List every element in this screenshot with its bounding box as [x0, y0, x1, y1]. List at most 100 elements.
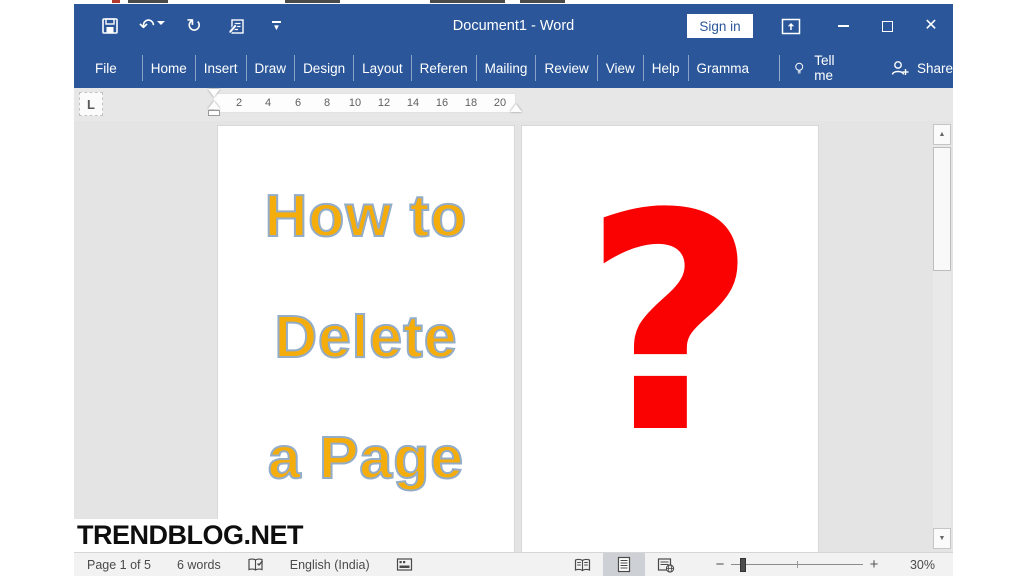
watermark: TRENDBLOG.NET — [74, 519, 324, 552]
zoom-in-button[interactable]: + — [863, 556, 885, 573]
maximize-icon — [881, 20, 893, 32]
undo-icon: ↶ — [139, 15, 155, 37]
vertical-scrollbar[interactable]: ▲ ▼ — [933, 124, 951, 549]
ribbon-tab-home[interactable]: Home — [141, 55, 195, 81]
print-layout-icon — [617, 556, 631, 573]
ribbon-tab-layout[interactable]: Layout — [353, 55, 411, 81]
horizontal-ruler[interactable]: 2 4 6 8 10 12 14 16 18 20 — [213, 93, 516, 113]
ribbon-tab-bar: File Home Insert Draw Design Layout Refe… — [74, 48, 953, 88]
lightbulb-icon — [795, 62, 803, 73]
heading-line: Delete — [273, 303, 458, 371]
save-icon — [102, 18, 118, 34]
scroll-down-button[interactable]: ▼ — [933, 528, 951, 549]
document-page-2[interactable]: ? — [522, 126, 818, 552]
heading-line: How to — [264, 182, 468, 250]
customize-quick-access-button[interactable]: ▼ — [272, 20, 281, 32]
scroll-up-button[interactable]: ▲ — [933, 124, 951, 145]
ribbon-tab-grammarly[interactable]: Gramma — [687, 55, 758, 81]
screen: { "window": { "titlebar": { "title": "Do… — [0, 0, 1024, 576]
first-line-indent-marker[interactable] — [208, 89, 220, 97]
minimize-button[interactable] — [821, 4, 865, 48]
ruler-number: 4 — [264, 97, 272, 109]
web-layout-icon — [657, 557, 675, 573]
zoom-level[interactable]: 30% — [897, 558, 935, 572]
ribbon-tab-help[interactable]: Help — [642, 55, 688, 81]
ribbon-tab-design[interactable]: Design — [294, 55, 353, 81]
watermark-text: TRENDBLOG.NET — [77, 520, 304, 550]
minimize-icon — [837, 25, 849, 27]
quick-access-toolbar: ↶ ↻ ▼ — [74, 14, 281, 38]
window-title: Document1 - Word — [452, 18, 575, 34]
redo-button[interactable]: ↻ — [182, 14, 206, 38]
background-artifact — [430, 0, 505, 3]
ribbon-tab-mailings[interactable]: Mailing — [475, 55, 536, 81]
document-canvas: How to Delete a Page ? TRENDBLOG.NET ▲ ▼ — [74, 121, 953, 552]
tell-me-button[interactable]: Tell me — [794, 53, 844, 83]
save-button[interactable] — [98, 14, 122, 38]
document-page-1[interactable]: How to Delete a Page — [218, 126, 514, 552]
hanging-indent-marker[interactable] — [208, 101, 220, 116]
maximize-button[interactable] — [865, 4, 909, 48]
redo-icon: ↻ — [186, 15, 202, 37]
read-mode-icon — [574, 558, 590, 571]
title-bar: ↶ ↻ ▼ Document1 - Word Sign in ✕ — [74, 4, 953, 48]
print-layout-button[interactable] — [603, 553, 645, 576]
ruler-row: L 2 4 6 8 10 12 14 16 18 20 — [74, 88, 953, 121]
undo-button[interactable]: ↶ — [139, 14, 165, 38]
ribbon-tab-insert[interactable]: Insert — [194, 55, 246, 81]
scrollbar-thumb[interactable] — [933, 147, 951, 271]
read-mode-button[interactable] — [561, 553, 603, 576]
scroll-down-icon: ▼ — [938, 535, 946, 542]
tell-me-label: Tell me — [814, 53, 835, 83]
ribbon-tab-references[interactable]: Referen — [410, 55, 476, 81]
zoom-slider-center-tick — [797, 560, 798, 568]
ribbon-tab-view[interactable]: View — [596, 55, 643, 81]
heading-line: a Page — [267, 424, 465, 492]
zoom-slider[interactable] — [731, 557, 863, 572]
ruler-number: 18 — [464, 97, 478, 109]
word-count[interactable]: 6 words — [175, 553, 223, 576]
ribbon-tab-file[interactable]: File — [79, 55, 133, 81]
statusbar-right: − + 30% — [561, 553, 935, 576]
sign-in-button[interactable]: Sign in — [687, 14, 753, 38]
keyboard-icon — [396, 558, 412, 571]
ruler-number: 8 — [323, 97, 331, 109]
ribbon-display-options-icon — [781, 18, 801, 34]
ruler-number: 14 — [406, 97, 420, 109]
zoom-out-button[interactable]: − — [709, 556, 731, 573]
ruler-number: 16 — [435, 97, 449, 109]
share-label: Share — [916, 60, 953, 76]
ribbon-display-options-button[interactable] — [779, 14, 803, 38]
close-button[interactable]: ✕ — [909, 4, 953, 48]
tab-stop-selector[interactable]: L — [79, 92, 103, 116]
background-artifact — [112, 0, 120, 3]
ruler-number: 20 — [493, 97, 507, 109]
ribbon-tab-review[interactable]: Review — [535, 55, 596, 81]
background-artifact — [520, 0, 565, 3]
undo-dropdown-icon — [156, 21, 165, 25]
titlebar-controls: Sign in ✕ — [687, 4, 953, 48]
page-indicator[interactable]: Page 1 of 5 — [85, 553, 153, 576]
proofing-status-button[interactable] — [245, 553, 266, 576]
close-icon: ✕ — [924, 17, 938, 34]
page1-content: How to Delete a Page — [218, 126, 514, 519]
share-button[interactable]: Share — [890, 60, 953, 76]
web-layout-button[interactable] — [645, 553, 687, 576]
touch-mouse-mode-button[interactable] — [224, 14, 248, 38]
statusbar-left: Page 1 of 5 6 words English (India) — [85, 553, 437, 576]
ribbon-tab-draw[interactable]: Draw — [245, 55, 295, 81]
background-artifact — [285, 0, 340, 3]
ribbon-divider — [779, 55, 780, 81]
ruler-number: 12 — [377, 97, 391, 109]
ribbon-right-controls: Tell me Share — [765, 53, 953, 83]
right-indent-marker[interactable] — [510, 104, 522, 112]
input-method-button[interactable] — [394, 553, 415, 576]
touch-mouse-mode-icon — [228, 18, 244, 34]
scroll-up-icon: ▲ — [938, 131, 946, 138]
language-status[interactable]: English (India) — [288, 553, 372, 576]
proofing-book-icon — [248, 557, 263, 571]
zoom-slider-thumb[interactable] — [740, 557, 746, 572]
share-person-icon — [891, 61, 909, 75]
customize-quick-access-arrow-icon: ▼ — [272, 22, 281, 32]
status-bar: Page 1 of 5 6 words English (India) − + … — [74, 552, 953, 576]
